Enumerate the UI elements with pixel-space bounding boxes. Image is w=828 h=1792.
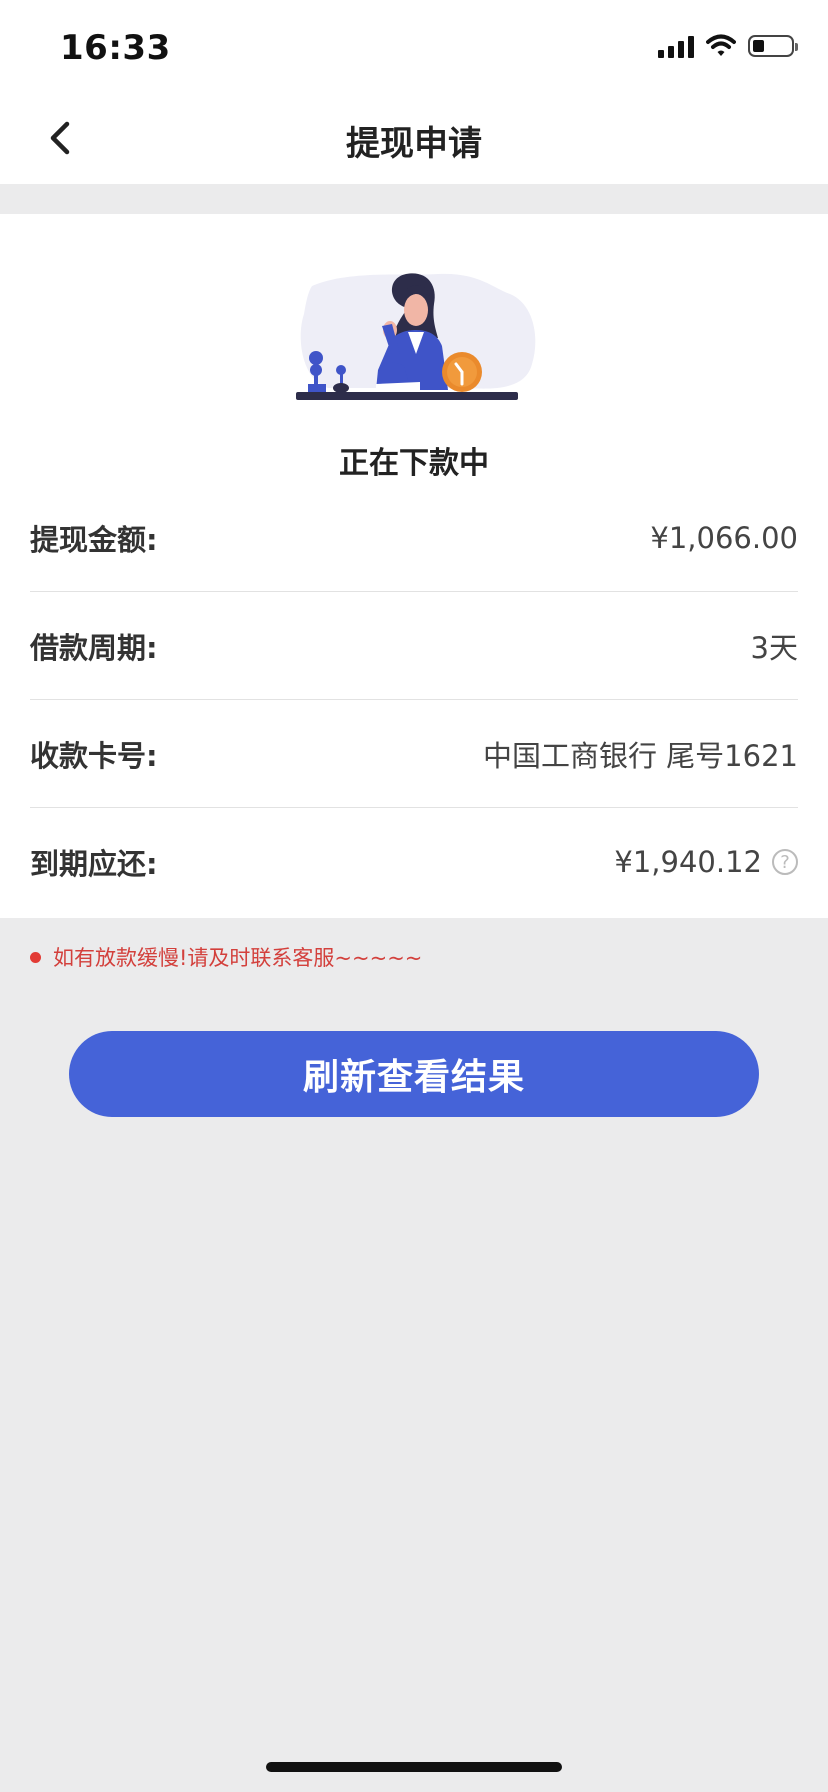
cellular-signal-icon: [658, 34, 694, 58]
notice-text: 如有放款缓慢!请及时联系客服~~~~~: [53, 946, 423, 970]
status-bar: 16:33: [0, 0, 828, 92]
wifi-icon: [706, 34, 736, 56]
home-indicator[interactable]: [266, 1762, 562, 1772]
row-value: 中国工商银行 尾号1621: [482, 738, 798, 773]
loan-status-text: 正在下款中: [339, 446, 489, 481]
page-title: 提现申请: [346, 124, 482, 164]
battery-icon: [748, 35, 798, 57]
status-time: 16:33: [60, 28, 171, 68]
row-loan-period: 借款周期: 3天: [30, 592, 798, 700]
row-label: 借款周期:: [30, 630, 158, 665]
notice-message: 如有放款缓慢!请及时联系客服~~~~~: [30, 942, 422, 972]
row-value: ¥1,940.12 ?: [614, 845, 798, 879]
row-label: 收款卡号:: [30, 738, 158, 773]
detail-list: 提现金额: ¥1,066.00 借款周期: 3天 收款卡号: 中国工商银行 尾号…: [30, 484, 798, 916]
row-card-number: 收款卡号: 中国工商银行 尾号1621: [30, 700, 798, 808]
nav-bar: 提现申请: [0, 92, 828, 184]
row-amount-due: 到期应还: ¥1,940.12 ?: [30, 808, 798, 916]
refresh-results-button[interactable]: 刷新查看结果: [69, 1031, 759, 1117]
row-value: 3天: [750, 630, 798, 665]
status-icons: [658, 34, 798, 58]
row-withdraw-amount: 提现金额: ¥1,066.00: [30, 484, 798, 592]
row-value: ¥1,066.00: [650, 520, 798, 555]
notice-dot-icon: [30, 951, 41, 963]
row-label: 提现金额:: [30, 522, 158, 557]
row-label: 到期应还:: [30, 847, 158, 881]
woman-at-desk-illustration: [296, 273, 536, 400]
question-circle-icon[interactable]: ?: [772, 849, 798, 875]
withdrawal-card: 正在下款中 提现金额: ¥1,066.00 借款周期: 3天 收款卡号: 中国工…: [0, 214, 828, 918]
